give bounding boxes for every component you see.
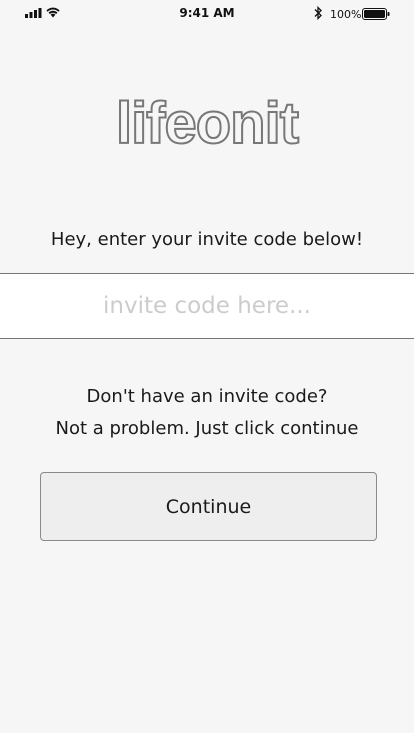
battery-percent: 100% xyxy=(330,8,362,21)
no-code-line-2: Not a problem. Just click continue xyxy=(55,418,359,439)
battery-icon xyxy=(362,8,390,20)
invite-code-input[interactable] xyxy=(0,274,414,338)
continue-button[interactable]: Continue xyxy=(40,472,377,541)
bluetooth-icon xyxy=(314,6,322,20)
status-bar: 9:41 AM 100% xyxy=(0,0,414,28)
invite-prompt: Hey, enter your invite code below! xyxy=(50,229,364,250)
no-code-line-1: Don't have an invite code? xyxy=(86,386,328,407)
app-logo: lifeonit xyxy=(115,90,300,157)
no-code-message: Don't have an invite code? Not a problem… xyxy=(0,381,414,445)
invite-code-screen: 9:41 AM 100% lifeonit Hey, enter your in… xyxy=(0,0,414,733)
invite-code-field-container xyxy=(0,273,414,339)
